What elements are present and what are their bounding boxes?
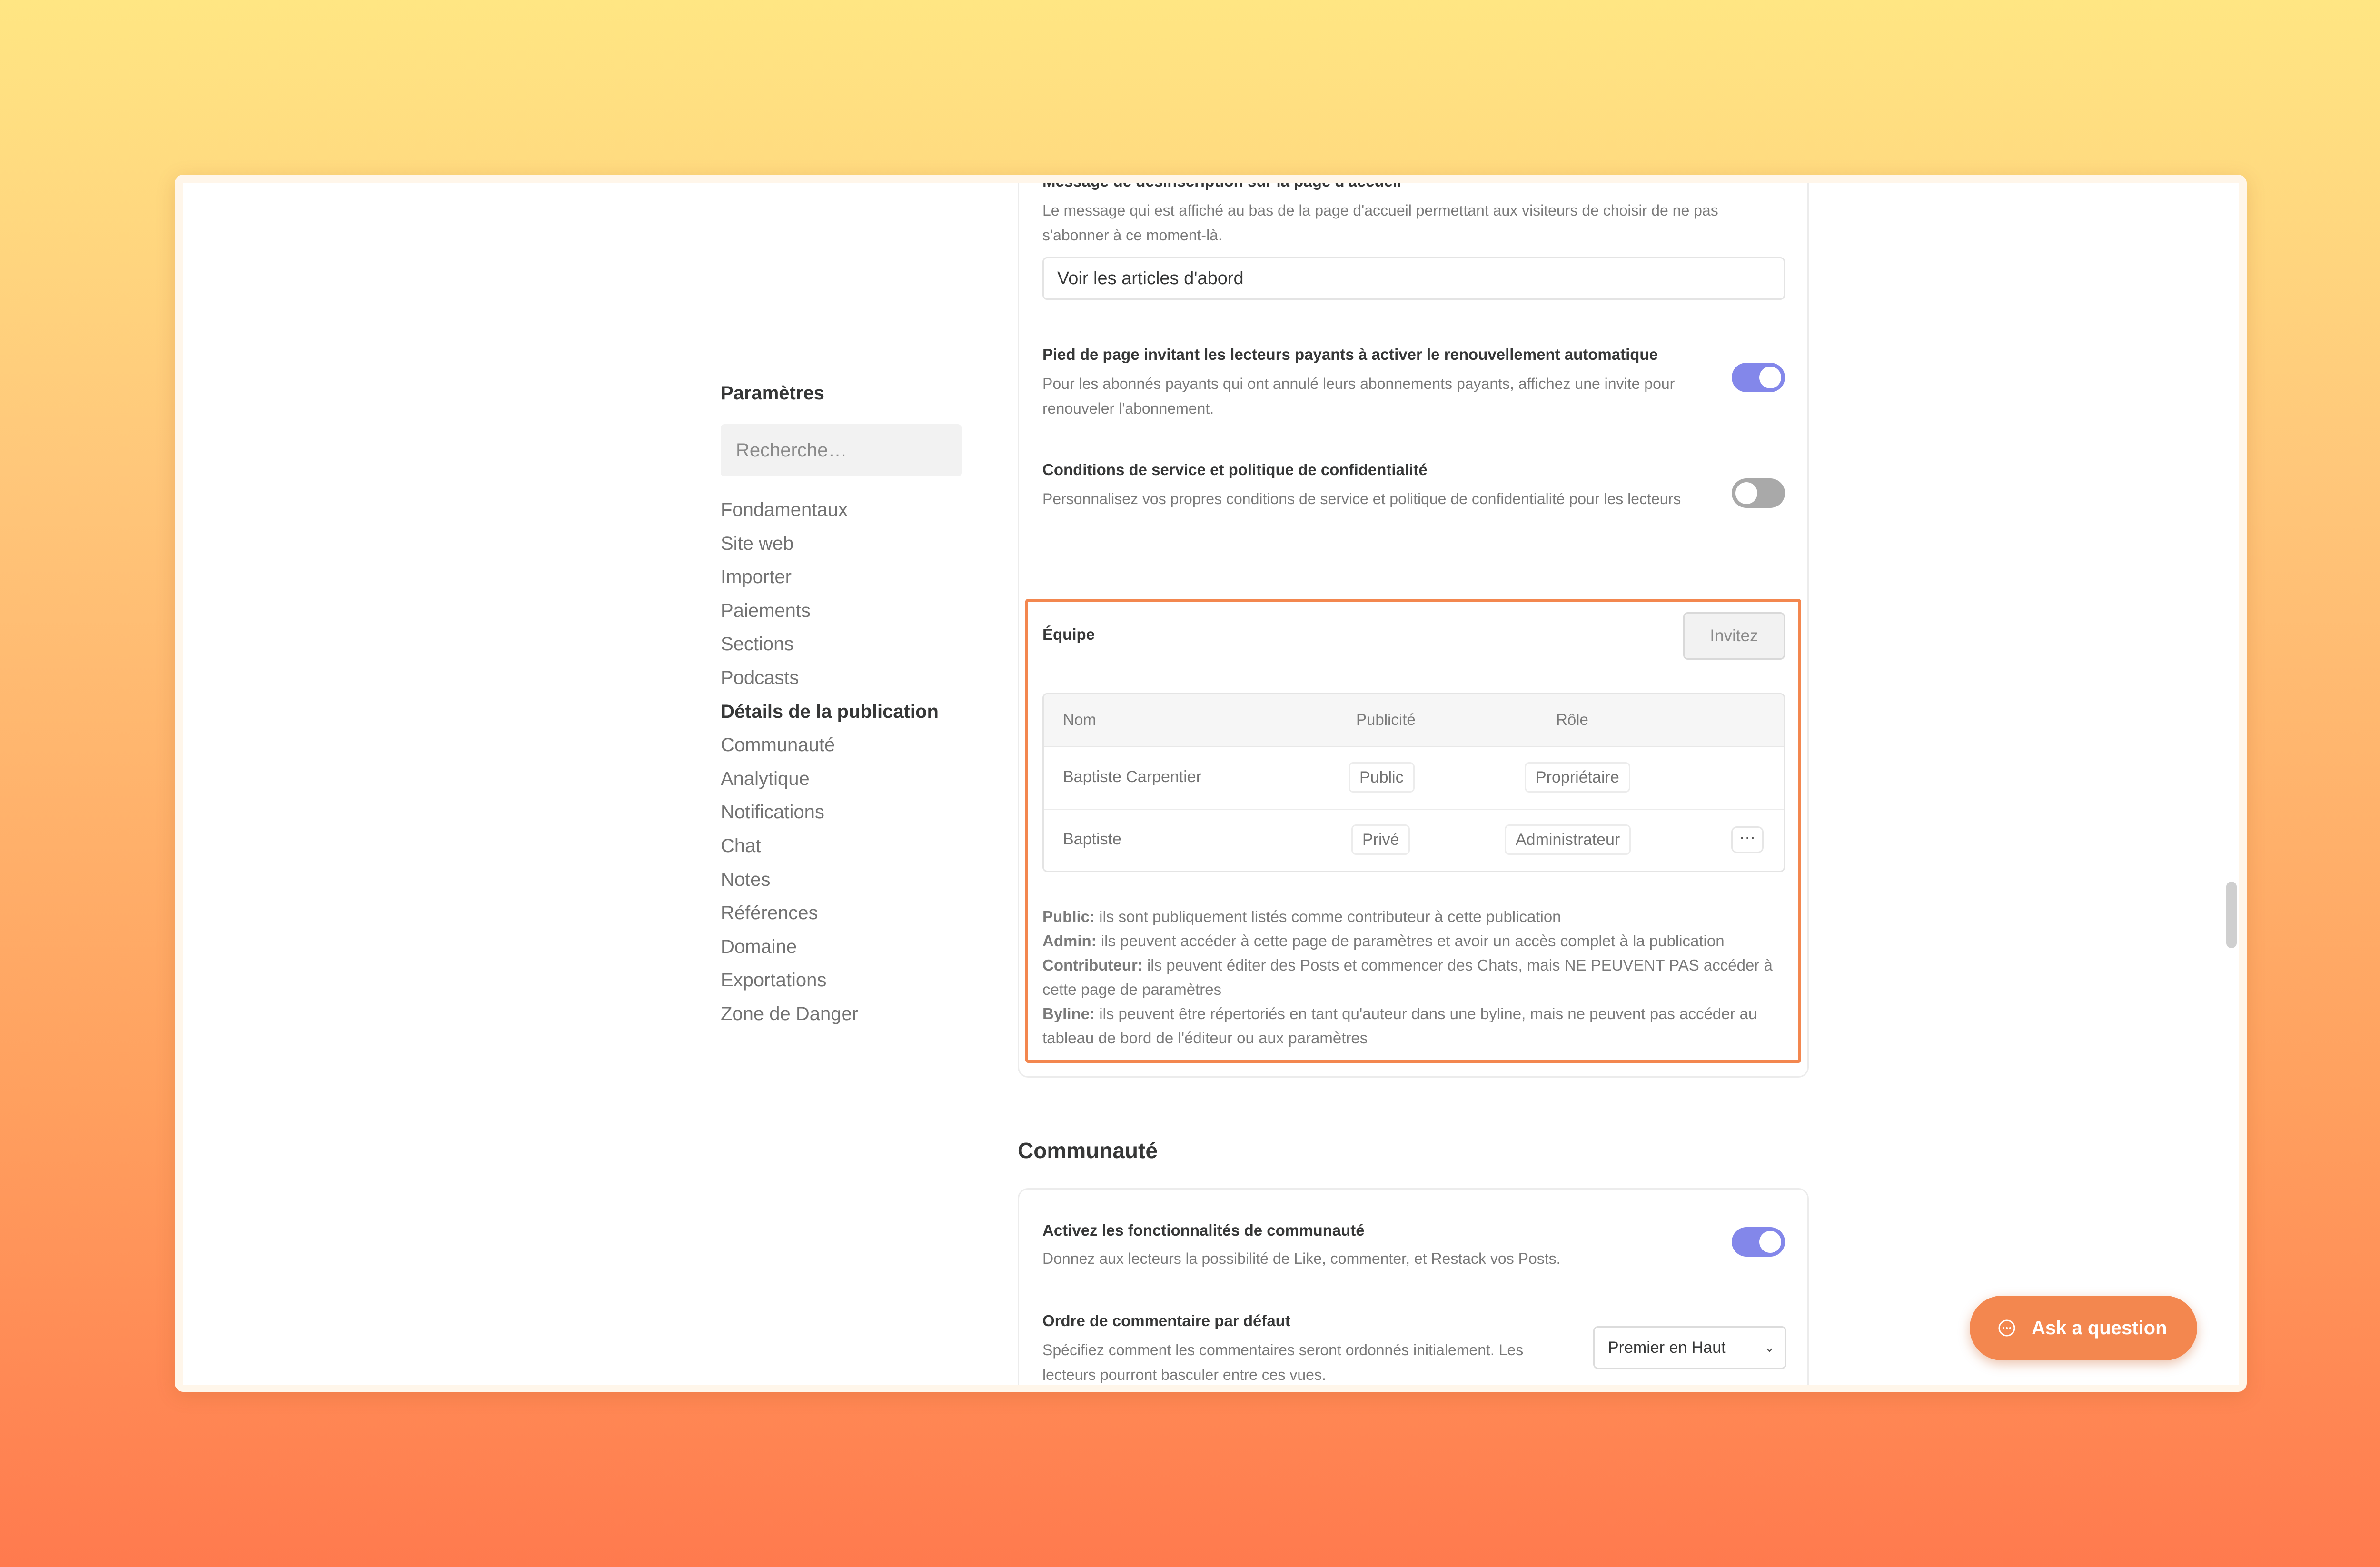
unsubscribe-title: Message de désinscription sur la page d'… — [1042, 183, 1401, 190]
visibility-badge[interactable]: Privé — [1351, 824, 1410, 855]
sidebar-item-importer[interactable]: Importer — [721, 560, 939, 594]
legend-public: Public: ils sont publiquement listés com… — [1042, 908, 1561, 925]
team-title: Équipe — [1042, 625, 1095, 643]
renewal-toggle[interactable] — [1732, 363, 1785, 392]
comment-order-value: Premier en Haut — [1608, 1339, 1726, 1357]
search-input[interactable] — [721, 424, 962, 476]
scrollbar-thumb[interactable] — [2226, 882, 2237, 948]
community-features-desc: Donnez aux lecteurs la possibilité de Li… — [1042, 1250, 1561, 1267]
legend-byline: Byline: ils peuvent être répertoriés en … — [1042, 1005, 1757, 1047]
chevron-down-icon: ⌄ — [1763, 1339, 1775, 1355]
sidebar-item-site-web[interactable]: Site web — [721, 527, 939, 561]
toggle-knob — [1735, 482, 1757, 504]
comment-order-desc: Spécifiez comment les commentaires seron… — [1042, 1341, 1524, 1383]
sidebar-item-analytique[interactable]: Analytique — [721, 762, 939, 796]
member-name: Baptiste — [1063, 830, 1121, 848]
sidebar-item-fondamentaux[interactable]: Fondamentaux — [721, 493, 939, 527]
comment-order-select[interactable]: Premier en Haut ⌄ — [1593, 1326, 1786, 1369]
community-features-title: Activez les fonctionnalités de communaut… — [1042, 1221, 1365, 1239]
terms-desc: Personnalisez vos propres conditions de … — [1042, 490, 1681, 507]
visibility-badge[interactable]: Public — [1349, 762, 1415, 793]
sidebar-item-domaine[interactable]: Domaine — [721, 930, 939, 964]
invite-button[interactable]: Invitez — [1683, 612, 1785, 660]
comment-order-title: Ordre de commentaire par défaut — [1042, 1312, 1290, 1329]
content-surface: Paramètres Fondamentaux Site web Importe… — [183, 183, 2239, 1385]
sidebar-item-sections[interactable]: Sections — [721, 627, 939, 661]
sidebar-item-paiements[interactable]: Paiements — [721, 594, 939, 628]
unsubscribe-message-input[interactable] — [1042, 257, 1785, 300]
table-header: Nom Publicité Rôle — [1044, 694, 1784, 747]
ask-question-button[interactable]: Ask a question — [1970, 1296, 2197, 1360]
table-row: Baptiste Carpentier Public Propriétaire — [1044, 746, 1784, 810]
legend-contributor: Contributeur: ils peuvent éditer des Pos… — [1042, 956, 1773, 998]
toggle-knob — [1759, 1231, 1781, 1253]
terms-toggle[interactable] — [1732, 478, 1785, 508]
chat-bubble-icon — [1998, 1319, 2015, 1337]
column-name: Nom — [1063, 711, 1096, 728]
sidebar-item-zone-danger[interactable]: Zone de Danger — [721, 997, 939, 1031]
toggle-knob — [1759, 367, 1781, 388]
role-badge[interactable]: Administrateur — [1505, 824, 1631, 855]
sidebar-item-notifications[interactable]: Notifications — [721, 795, 939, 829]
community-features-toggle[interactable] — [1732, 1227, 1785, 1257]
legend-admin: Admin: ils peuvent accéder à cette page … — [1042, 932, 1725, 950]
sidebar-item-chat[interactable]: Chat — [721, 829, 939, 863]
terms-title: Conditions de service et politique de co… — [1042, 461, 1428, 478]
table-row: Baptiste Privé Administrateur ··· — [1044, 810, 1784, 871]
column-visibility: Publicité — [1356, 711, 1416, 728]
community-section-title: Communauté — [1018, 1138, 1158, 1163]
ellipsis-icon[interactable]: ··· — [1731, 826, 1764, 853]
unsubscribe-desc: Le message qui est affiché au bas de la … — [1042, 202, 1718, 244]
sidebar-item-communaute[interactable]: Communauté — [721, 728, 939, 762]
member-name: Baptiste Carpentier — [1063, 768, 1202, 786]
settings-window: Paramètres Fondamentaux Site web Importe… — [0, 0, 2380, 1567]
role-badge[interactable]: Propriétaire — [1525, 762, 1630, 793]
renewal-title: Pied de page invitant les lecteurs payan… — [1042, 346, 1658, 363]
column-role: Rôle — [1556, 711, 1588, 728]
team-table: Nom Publicité Rôle Baptiste Carpentier P… — [1042, 693, 1785, 872]
renewal-desc: Pour les abonnés payants qui ont annulé … — [1042, 375, 1675, 417]
sidebar-item-exportations[interactable]: Exportations — [721, 963, 939, 997]
sidebar-item-notes[interactable]: Notes — [721, 863, 939, 897]
sidebar-nav: Fondamentaux Site web Importer Paiements… — [721, 493, 939, 1031]
ask-question-label: Ask a question — [2032, 1317, 2167, 1339]
sidebar-item-references[interactable]: Références — [721, 896, 939, 930]
role-legend: Public: ils sont publiquement listés com… — [1042, 904, 1804, 1050]
sidebar-item-details-publication[interactable]: Détails de la publication — [721, 695, 939, 729]
sidebar-item-podcasts[interactable]: Podcasts — [721, 661, 939, 695]
sidebar-title: Paramètres — [721, 383, 824, 404]
